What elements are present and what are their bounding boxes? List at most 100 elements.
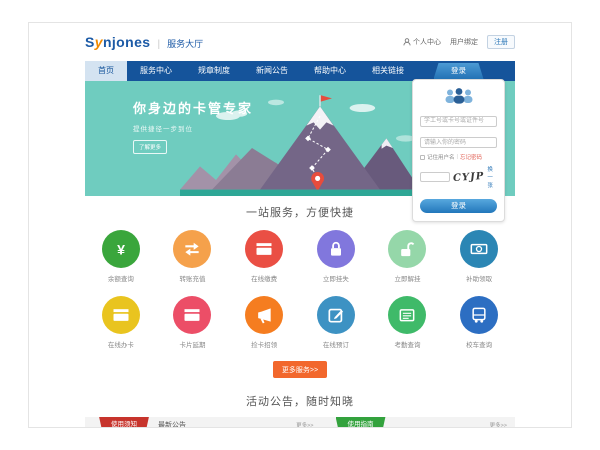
tab-latest-announcements[interactable]: 最新公告 bbox=[158, 420, 186, 429]
tab-usage-guide[interactable]: 使用指南 bbox=[336, 417, 386, 429]
guide-more-link[interactable]: 更多>> bbox=[490, 421, 507, 429]
service-icon bbox=[326, 305, 346, 325]
guide-panel: 使用指南 更多>> bbox=[322, 417, 516, 428]
service-label: 在线缴费 bbox=[245, 273, 283, 283]
user-icon bbox=[403, 38, 411, 46]
service-icon bbox=[182, 239, 202, 259]
options-divider: | bbox=[457, 154, 458, 160]
nav-item[interactable]: 规章制度 bbox=[185, 61, 243, 81]
users-icon bbox=[441, 87, 477, 104]
login-tab[interactable]: 登录 bbox=[434, 63, 484, 79]
service-label: 考勤查询 bbox=[388, 339, 426, 349]
mountain-illustration bbox=[180, 92, 420, 196]
captcha-image[interactable]: CYJP bbox=[453, 170, 485, 183]
service-icon bbox=[111, 239, 131, 259]
service-label: 捡卡招领 bbox=[245, 339, 283, 349]
service-icon bbox=[397, 305, 417, 325]
hero-banner: 你身边的卡管专家 提供捷径一步到位 了解更多 bbox=[85, 81, 515, 196]
top-header: Synjones | 服务大厅 个人中心 用户绑定 注册 bbox=[85, 23, 515, 61]
logo-text: Synjones bbox=[85, 34, 150, 50]
service-icon-circle bbox=[317, 296, 355, 334]
service-label: 在线预订 bbox=[317, 339, 355, 349]
service-item[interactable]: 在线缴费 bbox=[245, 230, 283, 283]
services-grid: 余额查询 转账充值 在线缴费 bbox=[85, 230, 515, 349]
service-item[interactable]: 转账充值 bbox=[173, 230, 211, 283]
services-section: 一站服务，方便快捷 余额查询 转账充值 bbox=[85, 196, 515, 378]
service-label: 立即挂失 bbox=[317, 273, 355, 283]
service-item[interactable]: 卡片延期 bbox=[173, 296, 211, 349]
notice-panel: 使用须知 最新公告 更多>> bbox=[85, 417, 322, 428]
brand-logo[interactable]: Synjones | 服务大厅 bbox=[85, 34, 203, 50]
more-services-button[interactable]: 更多服务>> bbox=[273, 361, 327, 378]
service-icon bbox=[254, 305, 274, 325]
nav-item[interactable]: 新闻公告 bbox=[243, 61, 301, 81]
service-icon-circle bbox=[245, 230, 283, 268]
site-name: 服务大厅 bbox=[167, 37, 203, 50]
service-icon bbox=[326, 239, 346, 259]
service-item[interactable]: 捡卡招领 bbox=[245, 296, 283, 349]
login-panel: 登录 记住用户名 bbox=[412, 63, 505, 222]
personal-center-label: 个人中心 bbox=[413, 37, 441, 47]
service-icon bbox=[254, 239, 274, 259]
service-item[interactable]: 立即挂失 bbox=[317, 230, 355, 283]
nav-item[interactable]: 服务中心 bbox=[127, 61, 185, 81]
announcements-section: 活动公告，随时知晓 使用须知 最新公告 更多>> 使用指南 更多>> bbox=[85, 393, 515, 428]
password-input[interactable] bbox=[420, 137, 497, 148]
service-label: 在线办卡 bbox=[102, 339, 140, 349]
user-binding-link[interactable]: 用户绑定 bbox=[450, 37, 478, 47]
service-item[interactable]: 补助领取 bbox=[460, 230, 498, 283]
service-item[interactable]: 校车查询 bbox=[460, 296, 498, 349]
captcha-input[interactable] bbox=[420, 172, 450, 182]
service-icon-circle bbox=[245, 296, 283, 334]
service-item[interactable]: 余额查询 bbox=[102, 230, 140, 283]
service-icon-circle bbox=[102, 230, 140, 268]
service-label: 补助领取 bbox=[460, 273, 498, 283]
service-icon-circle bbox=[388, 296, 426, 334]
register-button[interactable]: 注册 bbox=[487, 35, 515, 49]
service-item[interactable]: 立即解挂 bbox=[388, 230, 426, 283]
service-item[interactable]: 在线办卡 bbox=[102, 296, 140, 349]
service-icon bbox=[397, 239, 417, 259]
forgot-password-link[interactable]: 忘记密码 bbox=[460, 153, 482, 161]
site-screenshot: Synjones | 服务大厅 个人中心 用户绑定 注册 首页服务中心规章制度新… bbox=[28, 22, 572, 428]
service-icon-circle bbox=[102, 296, 140, 334]
header-links: 个人中心 用户绑定 注册 bbox=[403, 35, 515, 49]
login-form: 记住用户名 | 忘记密码 CYJP 换一张 登录 bbox=[412, 79, 505, 222]
notice-more-link[interactable]: 更多>> bbox=[296, 421, 313, 429]
nav-item[interactable]: 帮助中心 bbox=[301, 61, 359, 81]
service-icon-circle bbox=[317, 230, 355, 268]
service-item[interactable]: 在线预订 bbox=[317, 296, 355, 349]
announcements-title: 活动公告，随时知晓 bbox=[85, 393, 515, 409]
captcha-row: CYJP 换一张 bbox=[420, 165, 497, 189]
announcements-tab-bar: 使用须知 最新公告 更多>> 使用指南 更多>> bbox=[85, 417, 515, 428]
service-icon-circle bbox=[173, 296, 211, 334]
logo-accent: y bbox=[95, 34, 103, 50]
logo-divider: | bbox=[157, 39, 160, 50]
service-icon-circle bbox=[388, 230, 426, 268]
personal-center-link[interactable]: 个人中心 bbox=[403, 37, 441, 47]
service-icon-circle bbox=[460, 230, 498, 268]
tab-usage-notice[interactable]: 使用须知 bbox=[99, 417, 149, 429]
nav-item[interactable]: 首页 bbox=[85, 61, 127, 81]
remember-checkbox[interactable] bbox=[420, 155, 425, 160]
captcha-refresh-link[interactable]: 换一张 bbox=[487, 165, 497, 189]
service-item[interactable]: 考勤查询 bbox=[388, 296, 426, 349]
login-button[interactable]: 登录 bbox=[420, 199, 497, 213]
service-icon bbox=[182, 305, 202, 325]
banner-cta-button[interactable]: 了解更多 bbox=[133, 140, 167, 154]
service-label: 立即解挂 bbox=[388, 273, 426, 283]
service-icon-circle bbox=[460, 296, 498, 334]
service-label: 卡片延期 bbox=[173, 339, 211, 349]
service-label: 余额查询 bbox=[102, 273, 140, 283]
login-options: 记住用户名 | 忘记密码 bbox=[420, 153, 497, 161]
service-label: 转账充值 bbox=[173, 273, 211, 283]
service-icon bbox=[111, 305, 131, 325]
nav-item[interactable]: 相关链接 bbox=[359, 61, 417, 81]
user-binding-label: 用户绑定 bbox=[450, 37, 478, 47]
service-icon bbox=[469, 239, 489, 259]
service-icon-circle bbox=[173, 230, 211, 268]
remember-label: 记住用户名 bbox=[427, 153, 455, 161]
service-icon bbox=[469, 305, 489, 325]
service-label: 校车查询 bbox=[460, 339, 498, 349]
username-input[interactable] bbox=[420, 116, 497, 127]
